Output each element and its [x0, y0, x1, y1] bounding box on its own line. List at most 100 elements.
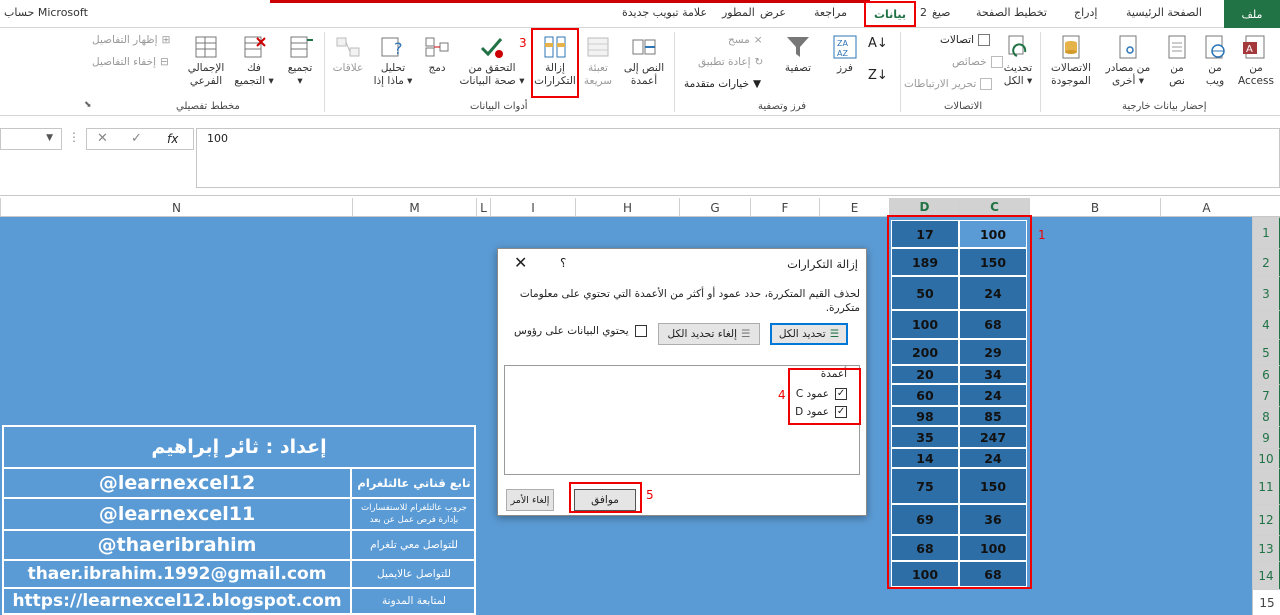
- dialog-launcher-icon[interactable]: ⬊: [84, 100, 92, 110]
- row-header[interactable]: 6: [1253, 365, 1280, 384]
- from-access-line2: Access: [1238, 75, 1274, 87]
- consolidate-button[interactable]: دمج: [420, 34, 454, 75]
- name-box[interactable]: ▼: [0, 128, 62, 150]
- column-header-i[interactable]: I: [490, 198, 575, 217]
- clear-label: مسح: [728, 34, 750, 46]
- edit-links-label: تحرير الارتباطات: [904, 78, 977, 90]
- tab-file[interactable]: ملف: [1224, 0, 1280, 28]
- row-header[interactable]: 8: [1253, 406, 1280, 426]
- row-header[interactable]: 2: [1253, 248, 1280, 276]
- flash-fill-button[interactable]: تعبئة سريعة: [580, 34, 616, 88]
- properties-button[interactable]: خصائص: [952, 56, 1003, 68]
- filter-button[interactable]: تصفية: [778, 34, 818, 75]
- column-header-a[interactable]: A: [1160, 198, 1252, 217]
- from-web-button[interactable]: من ويب: [1198, 34, 1232, 88]
- row-header[interactable]: 12: [1253, 504, 1280, 535]
- hide-detail-label: إخفاء التفاصيل: [92, 56, 157, 68]
- help-icon[interactable]: ؟: [560, 256, 566, 270]
- column-header-b[interactable]: B: [1029, 198, 1160, 217]
- enter-icon[interactable]: ✓: [131, 131, 142, 146]
- tab-home[interactable]: الصفحة الرئيسية: [1126, 6, 1202, 19]
- account-link[interactable]: حساب Microsoft: [4, 6, 88, 19]
- subtotal-button[interactable]: الإجمالي الفرعي: [184, 34, 228, 88]
- group-button[interactable]: تجميع ▾: [280, 34, 320, 88]
- row-header[interactable]: 15: [1253, 589, 1280, 615]
- close-icon[interactable]: ✕: [514, 253, 527, 272]
- validation-line2: صحة البيانات ▾: [459, 75, 525, 87]
- group-line2: ▾: [297, 75, 303, 87]
- info-title: إعداد : ثائر إبراهيم: [151, 436, 327, 458]
- row-header[interactable]: 3: [1253, 276, 1280, 310]
- column-header-m[interactable]: M: [352, 198, 476, 217]
- relationships-button[interactable]: علاقات: [330, 34, 366, 75]
- column-header-e[interactable]: E: [819, 198, 889, 217]
- data-validation-button[interactable]: التحقق من صحة البيانات ▾: [456, 34, 528, 88]
- dialog-title: إزالة التكرارات: [787, 257, 858, 271]
- refresh-line2: الكل ▾: [1003, 75, 1033, 87]
- unselect-all-button[interactable]: ☰ إلغاء تحديد الكل: [658, 323, 760, 345]
- what-if-button[interactable]: ? تحليل ماذا إذا ▾: [370, 34, 416, 88]
- tab-view[interactable]: عرض: [760, 6, 786, 19]
- headers-option[interactable]: يحتوي البيانات على رؤوس: [514, 325, 647, 337]
- hide-detail-button[interactable]: إخفاء التفاصيل ⊟: [92, 56, 169, 68]
- selection-highlight: [887, 215, 1032, 589]
- row-header[interactable]: 13: [1253, 535, 1280, 561]
- web-icon: [1202, 34, 1228, 60]
- sort-desc-icon[interactable]: Z↓: [868, 68, 888, 83]
- text-to-columns-button[interactable]: النص إلى أعمدة: [618, 34, 670, 88]
- row-header[interactable]: 1: [1253, 217, 1280, 248]
- from-text-line1: من: [1170, 62, 1184, 74]
- tab-review[interactable]: مراجعة: [814, 6, 847, 19]
- row-header[interactable]: 4: [1253, 310, 1280, 339]
- svg-text:?: ?: [394, 39, 403, 58]
- existing-connections-button[interactable]: الاتصالات الموجودة: [1044, 34, 1098, 88]
- sort-asc-icon[interactable]: A↓: [868, 36, 888, 51]
- data-validation-icon: [479, 34, 505, 60]
- sort-button[interactable]: ZA AZ فرز: [828, 34, 862, 75]
- group-connections-label: الاتصالات: [944, 101, 983, 112]
- connections-button[interactable]: اتصالات: [940, 34, 991, 46]
- column-header-n[interactable]: N: [0, 198, 352, 217]
- from-access-button[interactable]: A من Access: [1236, 34, 1276, 88]
- formula-input[interactable]: 100: [196, 128, 1280, 188]
- cancel-icon[interactable]: ✕: [97, 131, 108, 146]
- tab-insert[interactable]: إدراج: [1074, 6, 1097, 19]
- row-header[interactable]: 10: [1253, 448, 1280, 468]
- clear-button[interactable]: مسح ⨯: [728, 34, 763, 46]
- from-web-line2: ويب: [1205, 75, 1225, 87]
- select-all-button[interactable]: ☰ تحديد الكل: [770, 323, 848, 345]
- cancel-button[interactable]: إلغاء الأمر: [506, 489, 554, 511]
- tab-formulas[interactable]: صيغ: [932, 6, 951, 19]
- edit-links-icon: [980, 78, 993, 90]
- sort-label: فرز: [837, 62, 853, 74]
- edit-links-button[interactable]: تحرير الارتباطات: [904, 78, 993, 90]
- column-header-h[interactable]: H: [575, 198, 679, 217]
- what-if-icon: ?: [380, 34, 406, 60]
- column-header-g[interactable]: G: [679, 198, 750, 217]
- advanced-button[interactable]: خيارات متقدمة ▼: [684, 78, 761, 90]
- more-options-icon[interactable]: ⋮: [68, 130, 80, 144]
- row-headers: 1 2 3 4 5 6 7 8 9 10 11 12 13 14 15: [1252, 217, 1280, 615]
- filter-label: تصفية: [784, 62, 812, 74]
- row-header[interactable]: 7: [1253, 384, 1280, 406]
- insert-function-icon[interactable]: fx: [167, 132, 178, 146]
- tab-page-layout[interactable]: تخطيط الصفحة: [976, 6, 1047, 19]
- column-header-l[interactable]: L: [476, 198, 490, 217]
- row-header[interactable]: 5: [1253, 339, 1280, 365]
- show-detail-button[interactable]: إظهار التفاصيل ⊞: [92, 34, 170, 46]
- t2c-line2: أعمدة: [630, 75, 658, 87]
- headers-checkbox[interactable]: [634, 325, 647, 337]
- tab-new[interactable]: علامة تبويب جديدة: [622, 6, 707, 19]
- column-header-f[interactable]: F: [750, 198, 819, 217]
- info-row: @learnexcel11 جروب عالتلغرام للاستفسارات…: [4, 497, 474, 529]
- row-header[interactable]: 11: [1253, 468, 1280, 504]
- ungroup-button[interactable]: فك التجميع ▾: [230, 34, 278, 88]
- reapply-button[interactable]: إعادة تطبيق ↻: [698, 56, 763, 68]
- from-text-button[interactable]: من نص: [1160, 34, 1194, 88]
- from-other-sources-button[interactable]: من مصادر أخرى ▾: [1100, 34, 1156, 88]
- tab-data[interactable]: بيانات: [864, 1, 916, 27]
- refresh-all-button[interactable]: تحديث الكل ▾: [998, 34, 1038, 88]
- row-header[interactable]: 9: [1253, 426, 1280, 448]
- tab-developer[interactable]: المطور: [722, 6, 755, 19]
- row-header[interactable]: 14: [1253, 561, 1280, 589]
